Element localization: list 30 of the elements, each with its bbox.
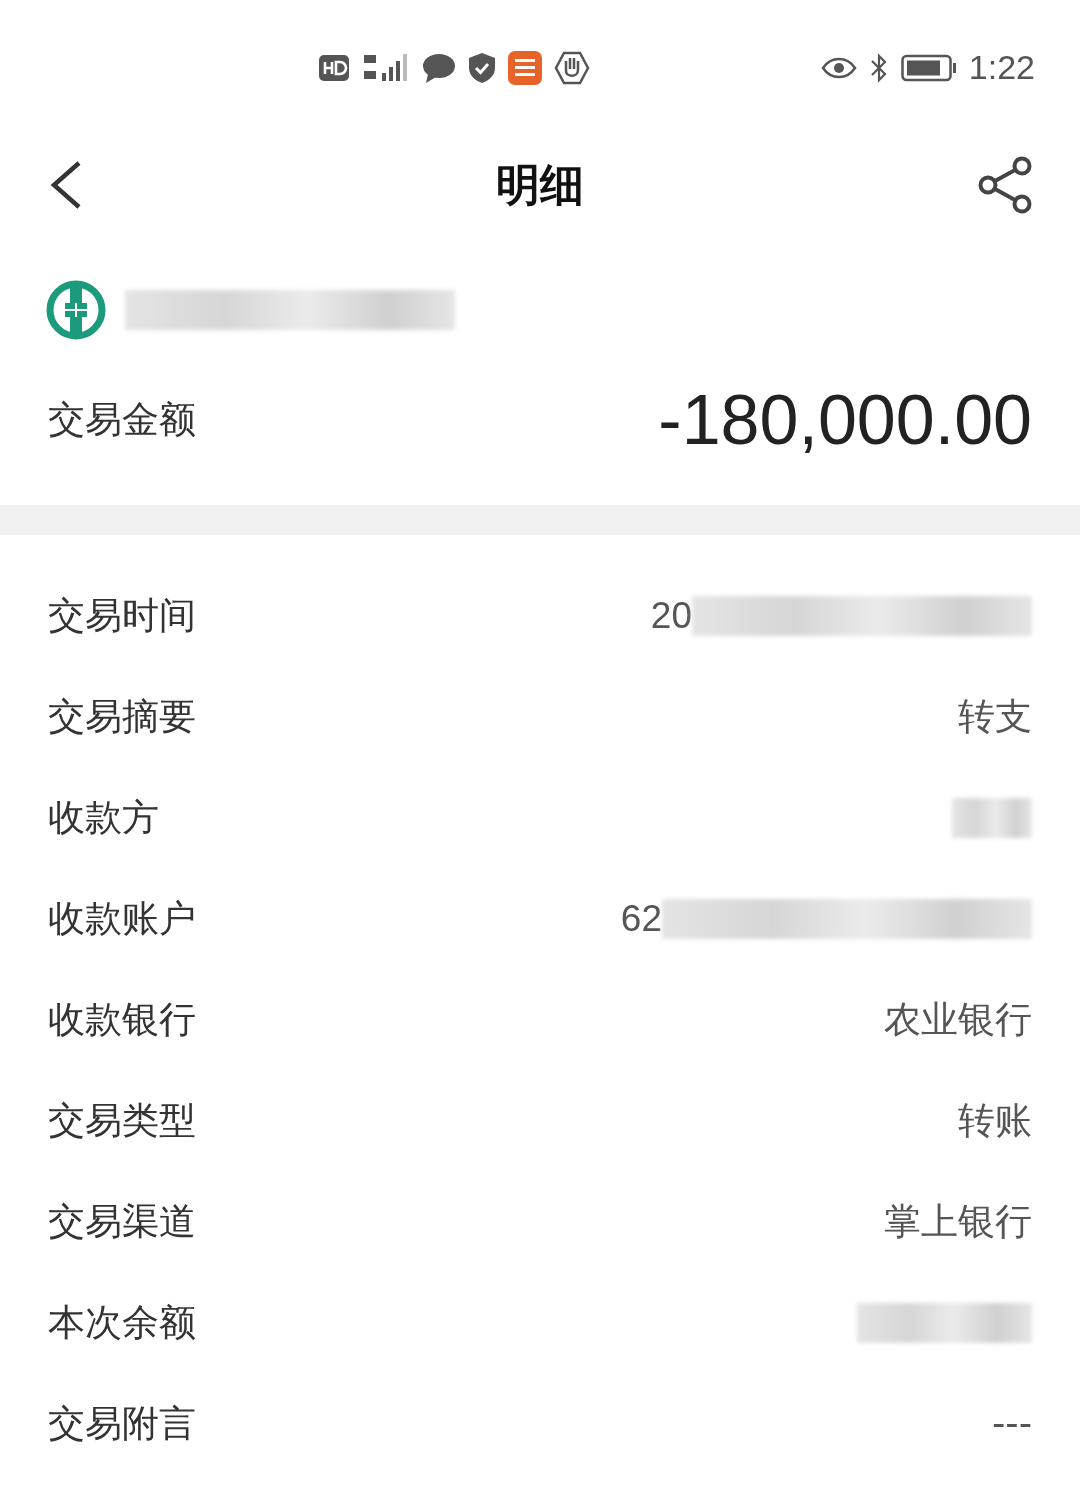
amount-value: -180,000.00 — [658, 380, 1032, 460]
bank-logo-icon — [45, 279, 107, 341]
hand-icon — [554, 50, 590, 85]
bluetooth-icon — [868, 51, 889, 84]
battery-icon — [900, 53, 957, 82]
field-value: 62 — [620, 897, 662, 940]
field-value: 20 — [650, 594, 692, 637]
chat-bubble-icon — [422, 51, 456, 84]
field-label: 交易摘要 — [48, 693, 196, 740]
field-label: 交易附言 — [48, 1400, 196, 1447]
shield-check-icon — [468, 51, 496, 84]
field-label: 交易类型 — [48, 1097, 196, 1144]
field-label: 交易时间 — [48, 592, 196, 639]
field-value: 转支 — [958, 693, 1032, 740]
field-label: 交易渠道 — [48, 1198, 196, 1245]
field-value: 掌上银行 — [884, 1198, 1032, 1245]
field-value: --- — [991, 1402, 1032, 1445]
field-label: 本次余额 — [48, 1299, 196, 1346]
amount-label: 交易金额 — [48, 397, 196, 443]
eye-icon — [820, 55, 857, 80]
share-icon[interactable] — [978, 156, 1032, 214]
field-value: 转账 — [958, 1097, 1032, 1144]
field-value: 农业银行 — [884, 996, 1032, 1043]
field-label: 收款银行 — [48, 996, 196, 1043]
field-label: 收款方 — [48, 794, 159, 841]
status-time: 1:22 — [968, 48, 1035, 87]
page-title: 明细 — [496, 157, 584, 212]
hd-icon — [318, 53, 350, 82]
app-icon — [508, 50, 542, 85]
field-label: 收款账户 — [48, 895, 196, 942]
